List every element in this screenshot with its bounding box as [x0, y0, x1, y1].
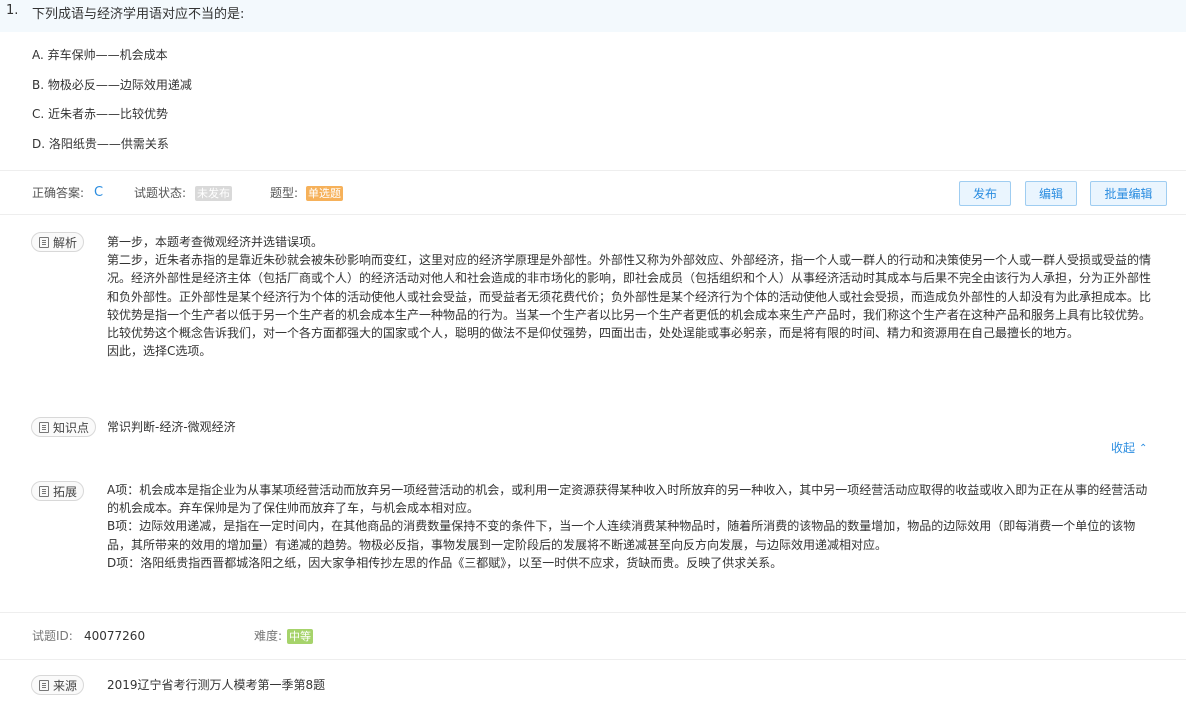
- source-tag: 来源: [31, 675, 85, 695]
- divider: [0, 170, 1186, 171]
- question-stem: 下列成语与经济学用语对应不当的是:: [32, 7, 245, 22]
- chevron-up-icon: ⌃: [1139, 443, 1148, 454]
- difficulty-badge: 中等: [287, 629, 313, 644]
- option-c: C. 近朱者赤——比较优势: [32, 107, 169, 121]
- type-badge: 单选题: [306, 186, 343, 201]
- difficulty-label: 难度:: [254, 629, 283, 643]
- divider: [0, 612, 1186, 613]
- knowledge-value: 常识判断-经济-微观经济: [107, 420, 236, 434]
- status-label: 试题状态:: [134, 186, 187, 200]
- book-icon: [39, 421, 49, 433]
- id-label: 试题ID:: [32, 629, 73, 643]
- analysis-text: 第一步，本题考查微观经济并选错误项。 第二步，近朱者赤指的是靠近朱砂就会被朱砂影…: [107, 233, 1152, 360]
- analysis-tag-label: 解析: [53, 235, 78, 250]
- status-badge: 未发布: [195, 186, 232, 201]
- batch-edit-button[interactable]: 批量编辑: [1090, 181, 1167, 206]
- analysis-paragraph: 因此，选择C选项。: [107, 344, 212, 359]
- extension-paragraph: B项：边际效用递减，是指在一定时间内，在其他商品的消费数量保持不变的条件下，当一…: [107, 519, 1136, 552]
- id-value: 40077260: [84, 629, 146, 643]
- document-icon: [39, 679, 49, 691]
- knowledge-tag: 知识点: [31, 417, 97, 437]
- question-number: 1.: [6, 3, 19, 18]
- source-tag-label: 来源: [53, 678, 78, 693]
- analysis-paragraph: 第二步，近朱者赤指的是靠近朱砂就会被朱砂影响而变红，这里对应的经济学原理是外部性…: [107, 253, 1152, 341]
- option-a: A. 弃车保帅——机会成本: [32, 48, 168, 62]
- divider: [0, 659, 1186, 660]
- option-d: D. 洛阳纸贵——供需关系: [32, 137, 169, 151]
- extension-paragraph: A项：机会成本是指企业为从事某项经营活动而放弃另一项经营活动的机会，或利用一定资…: [107, 483, 1148, 516]
- analysis-tag: 解析: [31, 232, 85, 252]
- divider: [0, 214, 1186, 215]
- edit-button[interactable]: 编辑: [1025, 181, 1077, 206]
- knowledge-tag-label: 知识点: [53, 420, 90, 435]
- collapse-label: 收起: [1111, 441, 1136, 455]
- extension-tag: 拓展: [31, 481, 85, 501]
- answer-value: C: [94, 185, 104, 200]
- source-value: 2019辽宁省考行测万人模考第一季第8题: [107, 678, 326, 692]
- collapse-link[interactable]: 收起 ⌃: [1111, 440, 1147, 458]
- answer-label: 正确答案:: [32, 186, 85, 200]
- analysis-paragraph: 第一步，本题考查微观经济并选错误项。: [107, 235, 324, 249]
- extension-text: A项：机会成本是指企业为从事某项经营活动而放弃另一项经营活动的机会，或利用一定资…: [107, 481, 1152, 572]
- image-icon: [39, 485, 49, 497]
- option-b: B. 物极必反——边际效用递减: [32, 78, 192, 92]
- publish-button[interactable]: 发布: [959, 181, 1011, 206]
- extension-tag-label: 拓展: [53, 484, 78, 499]
- question-header: 1. 下列成语与经济学用语对应不当的是:: [0, 0, 1186, 32]
- extension-paragraph: D项：洛阳纸贵指西晋都城洛阳之纸，因大家争相传抄左思的作品《三都赋》，以至一时供…: [107, 555, 783, 570]
- type-label: 题型:: [270, 186, 299, 200]
- document-icon: [39, 236, 49, 248]
